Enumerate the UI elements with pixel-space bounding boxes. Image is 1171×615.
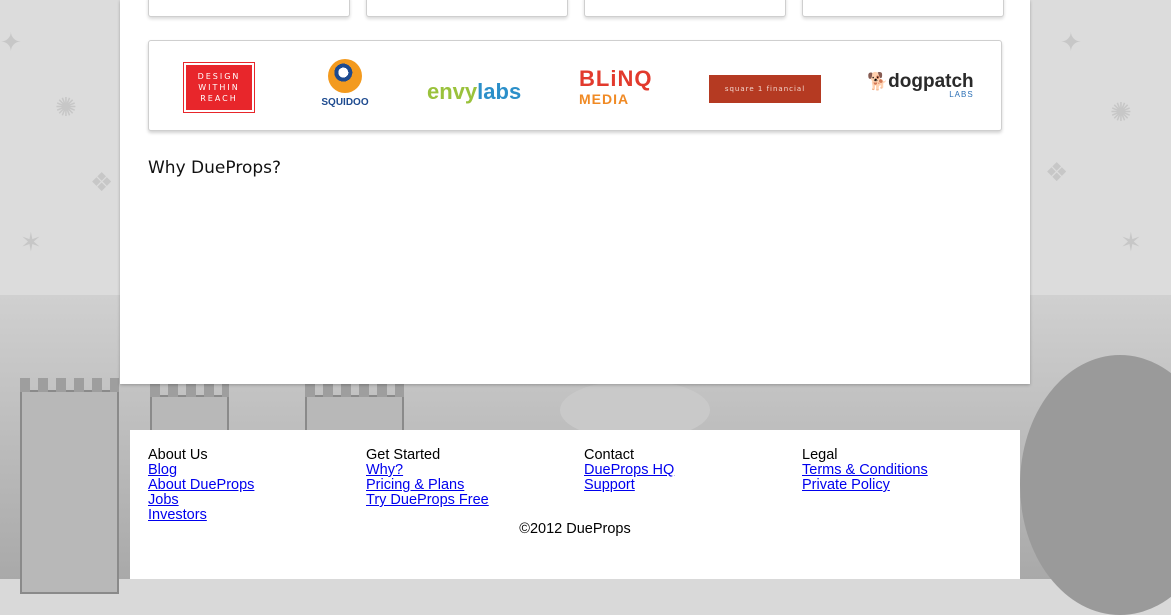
footer-heading-get-started: Get Started xyxy=(366,447,441,463)
footer-column-get-started: Get Started Why? Pricing & Plans Try Due… xyxy=(366,448,489,508)
feature-box xyxy=(148,0,350,17)
footer-link-privacy[interactable]: Private Policy xyxy=(802,478,928,493)
background-ornament: ❖ xyxy=(1045,158,1069,188)
squidoo-logo: SQUIDOO xyxy=(319,59,371,115)
copyright-notice: ©2012 DueProps xyxy=(519,521,631,537)
background-ornament: ✺ xyxy=(55,93,77,123)
background-ornament: ✶ xyxy=(1120,228,1142,258)
blinq-media-logo: BLiNQ MEDIA xyxy=(579,66,653,108)
footer-link-support[interactable]: Support xyxy=(584,478,674,493)
footer-heading-contact: Contact xyxy=(584,447,634,463)
site-footer: About Us Blog About DueProps Jobs Invest… xyxy=(130,430,1020,579)
dog-icon: 🐕 xyxy=(867,72,889,91)
footer-column-contact: Contact DueProps HQ Support xyxy=(584,448,674,493)
envylabs-logo: envylabs xyxy=(427,79,522,104)
footer-link-jobs[interactable]: Jobs xyxy=(148,493,254,508)
feature-box xyxy=(584,0,786,17)
main-content-card: DESIGN WITHIN REACH SQUIDOO envylabs BLi… xyxy=(120,0,1030,384)
footer-link-dueprops-hq[interactable]: DueProps HQ xyxy=(584,463,674,478)
why-dueprops-heading: Why DueProps? xyxy=(148,158,282,178)
footer-link-why[interactable]: Why? xyxy=(366,463,489,478)
footer-link-terms[interactable]: Terms & Conditions xyxy=(802,463,928,478)
dogpatch-labs-logo: 🐕dogpatch LABS xyxy=(867,71,974,99)
background-ornament: ✶ xyxy=(20,228,42,258)
feature-box xyxy=(366,0,568,17)
footer-link-about-dueprops[interactable]: About DueProps xyxy=(148,478,254,493)
background-ornament: ❖ xyxy=(90,168,114,198)
background-ornament: ✦ xyxy=(1060,28,1082,58)
square-1-financial-logo: square 1 financial xyxy=(709,75,821,103)
squidoo-mascot-icon xyxy=(328,59,362,93)
castle-tower xyxy=(20,378,119,594)
footer-heading-about: About Us xyxy=(148,447,208,463)
background-ornament: ✦ xyxy=(0,28,22,58)
partner-logos-strip: DESIGN WITHIN REACH SQUIDOO envylabs BLi… xyxy=(148,40,1002,131)
feature-box xyxy=(802,0,1004,17)
footer-heading-legal: Legal xyxy=(802,447,838,463)
background-ornament: ✺ xyxy=(1110,98,1132,128)
footer-link-pricing-plans[interactable]: Pricing & Plans xyxy=(366,478,489,493)
footer-column-about: About Us Blog About DueProps Jobs Invest… xyxy=(148,448,254,523)
footer-link-try-free[interactable]: Try DueProps Free xyxy=(366,493,489,508)
footer-link-blog[interactable]: Blog xyxy=(148,463,254,478)
footer-column-legal: Legal Terms & Conditions Private Policy xyxy=(802,448,928,493)
design-within-reach-logo: DESIGN WITHIN REACH xyxy=(183,62,255,113)
background-hill xyxy=(1020,355,1171,615)
